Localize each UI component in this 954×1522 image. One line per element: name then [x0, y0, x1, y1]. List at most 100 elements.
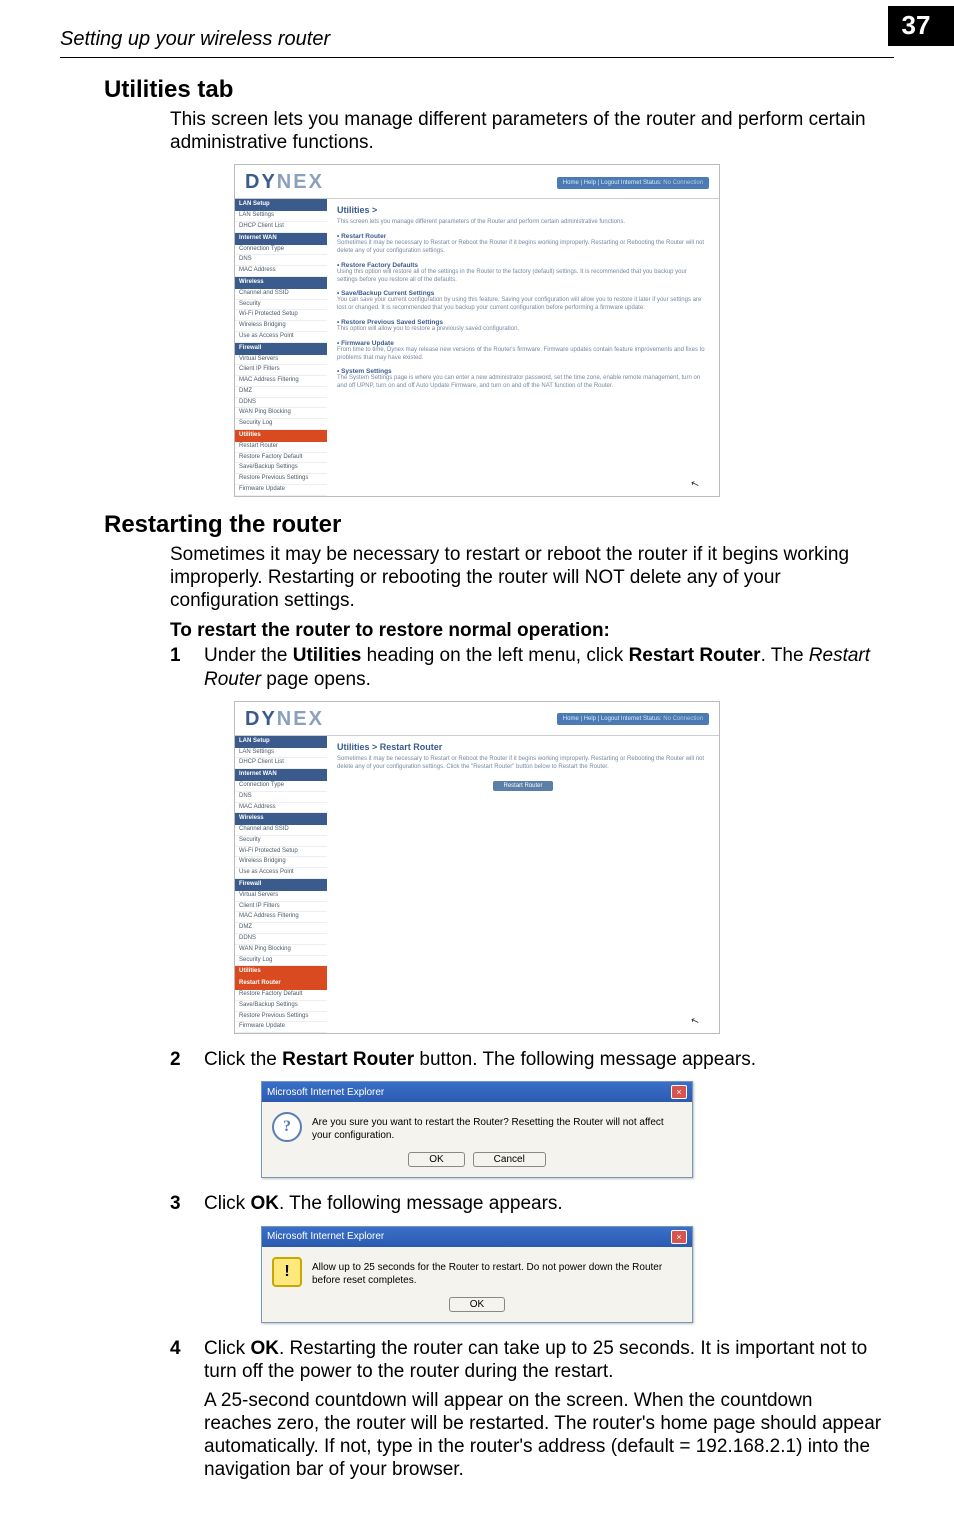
nav-mac-address[interactable]: MAC Address	[235, 803, 327, 814]
nav-virtual-servers[interactable]: Virtual Servers	[235, 355, 327, 366]
nav-dns[interactable]: DNS	[235, 792, 327, 803]
restart-router-button[interactable]: Restart Router	[493, 781, 552, 791]
main-panel: Utilities > Restart Router Sometimes it …	[327, 736, 719, 1034]
nav-wireless-bridging[interactable]: Wireless Bridging	[235, 857, 327, 868]
panel-title: Utilities >	[337, 205, 709, 215]
nav-ddns[interactable]: DDNS	[235, 934, 327, 945]
internet-status: Home | Help | Logout Internet Status: No…	[557, 713, 709, 725]
nav-client-ip-filters[interactable]: Client IP Filters	[235, 902, 327, 913]
nav-access-point[interactable]: Use as Access Point	[235, 332, 327, 343]
nav-dmz[interactable]: DMZ	[235, 923, 327, 934]
main-panel: Utilities > This screen lets you manage …	[327, 199, 719, 496]
page-header: Setting up your wireless router 37	[60, 28, 894, 58]
panel-intro: This screen lets you manage different pa…	[337, 219, 709, 227]
nav-dhcp-client-list[interactable]: DHCP Client List	[235, 758, 327, 769]
dialog-title: Microsoft Internet Explorer	[267, 1231, 384, 1242]
dialog-message: Are you sure you want to restart the Rou…	[312, 1112, 682, 1142]
utilities-intro: This screen lets you manage different pa…	[170, 108, 884, 154]
nav-security-log[interactable]: Security Log	[235, 419, 327, 430]
nav-restart-router[interactable]: Restart Router	[235, 978, 327, 990]
nav-wan-ping-blocking[interactable]: WAN Ping Blocking	[235, 945, 327, 956]
nav-access-point[interactable]: Use as Access Point	[235, 868, 327, 879]
left-nav: LAN Setup LAN Settings DHCP Client List …	[235, 736, 327, 1034]
nav-firewall[interactable]: Firewall	[235, 343, 327, 355]
restarting-intro: Sometimes it may be necessary to restart…	[170, 543, 884, 613]
nav-restore-previous[interactable]: Restore Previous Settings	[235, 1012, 327, 1023]
nav-firewall[interactable]: Firewall	[235, 879, 327, 891]
figure-restart-screenshot: DYNEX Home | Help | Logout Internet Stat…	[60, 701, 894, 1035]
cancel-button[interactable]: Cancel	[473, 1152, 546, 1167]
dialog-titlebar: Microsoft Internet Explorer ×	[262, 1227, 692, 1247]
nav-mac-filtering[interactable]: MAC Address Filtering	[235, 376, 327, 387]
nav-lan-settings[interactable]: LAN Settings	[235, 211, 327, 222]
nav-security[interactable]: Security	[235, 300, 327, 311]
close-icon[interactable]: ×	[671, 1230, 687, 1244]
nav-ddns[interactable]: DDNS	[235, 398, 327, 409]
nav-lan-setup[interactable]: LAN Setup	[235, 199, 327, 211]
sect-restore-factory: • Restore Factory Defaults	[337, 262, 709, 269]
sect-firmware-update: • Firmware Update	[337, 340, 709, 347]
nav-channel-ssid[interactable]: Channel and SSID	[235, 289, 327, 300]
question-icon: ?	[272, 1112, 302, 1142]
nav-client-ip-filters[interactable]: Client IP Filters	[235, 365, 327, 376]
page-number: 37	[888, 6, 954, 46]
nav-channel-ssid[interactable]: Channel and SSID	[235, 825, 327, 836]
sect-save-backup: • Save/Backup Current Settings	[337, 290, 709, 297]
sect-restart-router: • Restart Router	[337, 233, 709, 240]
restarting-heading: Restarting the router	[104, 511, 894, 539]
nav-mac-address[interactable]: MAC Address	[235, 266, 327, 277]
step-3: 3 Click OK. The following message appear…	[170, 1192, 884, 1215]
utilities-heading: Utilities tab	[104, 76, 894, 104]
nav-wireless[interactable]: Wireless	[235, 277, 327, 289]
figure-confirm-dialog: Microsoft Internet Explorer × ? Are you …	[60, 1081, 894, 1178]
dynex-logo: DYNEX	[245, 708, 324, 731]
nav-wireless[interactable]: Wireless	[235, 813, 327, 825]
figure-wait-dialog: Microsoft Internet Explorer × ! Allow up…	[60, 1226, 894, 1323]
step-1: 1 Under the Utilities heading on the lef…	[170, 644, 884, 690]
nav-save-backup[interactable]: Save/Backup Settings	[235, 1001, 327, 1012]
nav-wireless-bridging[interactable]: Wireless Bridging	[235, 321, 327, 332]
nav-mac-filtering[interactable]: MAC Address Filtering	[235, 912, 327, 923]
sect-system-settings: • System Settings	[337, 368, 709, 375]
nav-firmware-update[interactable]: Firmware Update	[235, 1022, 327, 1033]
nav-dns[interactable]: DNS	[235, 255, 327, 266]
nav-virtual-servers[interactable]: Virtual Servers	[235, 891, 327, 902]
nav-security-log[interactable]: Security Log	[235, 956, 327, 967]
internet-status: Home | Help | Logout Internet Status: No…	[557, 177, 709, 189]
running-head: Setting up your wireless router	[60, 28, 330, 51]
ok-button[interactable]: OK	[408, 1152, 464, 1167]
ok-button[interactable]: OK	[449, 1297, 505, 1312]
nav-wan-ping-blocking[interactable]: WAN Ping Blocking	[235, 408, 327, 419]
nav-internet-wan[interactable]: Internet WAN	[235, 769, 327, 781]
nav-restore-factory[interactable]: Restore Factory Default	[235, 453, 327, 464]
nav-security[interactable]: Security	[235, 836, 327, 847]
nav-connection-type[interactable]: Connection Type	[235, 781, 327, 792]
nav-lan-settings[interactable]: LAN Settings	[235, 748, 327, 759]
nav-connection-type[interactable]: Connection Type	[235, 245, 327, 256]
restart-subhead: To restart the router to restore normal …	[170, 620, 894, 642]
nav-restore-previous[interactable]: Restore Previous Settings	[235, 474, 327, 485]
nav-dhcp-client-list[interactable]: DHCP Client List	[235, 222, 327, 233]
left-nav: LAN Setup LAN Settings DHCP Client List …	[235, 199, 327, 496]
nav-save-backup[interactable]: Save/Backup Settings	[235, 463, 327, 474]
warning-icon: !	[272, 1257, 302, 1287]
close-icon[interactable]: ×	[671, 1085, 687, 1099]
step-4: 4 Click OK. Restarting the router can ta…	[170, 1337, 884, 1383]
nav-dmz[interactable]: DMZ	[235, 387, 327, 398]
dialog-message: Allow up to 25 seconds for the Router to…	[312, 1257, 682, 1287]
nav-restart-router[interactable]: Restart Router	[235, 442, 327, 453]
sect-restore-previous: • Restore Previous Saved Settings	[337, 319, 709, 326]
nav-restore-factory[interactable]: Restore Factory Default	[235, 990, 327, 1001]
nav-internet-wan[interactable]: Internet WAN	[235, 233, 327, 245]
nav-wps[interactable]: Wi-Fi Protected Setup	[235, 847, 327, 858]
panel-title: Utilities > Restart Router	[337, 742, 709, 752]
nav-utilities[interactable]: Utilities	[235, 430, 327, 442]
panel-text: Sometimes it may be necessary to Restart…	[337, 756, 709, 772]
nav-wps[interactable]: Wi-Fi Protected Setup	[235, 310, 327, 321]
nav-utilities[interactable]: Utilities	[235, 966, 327, 978]
dialog-title: Microsoft Internet Explorer	[267, 1087, 384, 1098]
nav-lan-setup[interactable]: LAN Setup	[235, 736, 327, 748]
restart-tail-paragraph: A 25-second countdown will appear on the…	[204, 1389, 884, 1482]
figure-utilities-screenshot: DYNEX Home | Help | Logout Internet Stat…	[60, 164, 894, 497]
nav-firmware-update[interactable]: Firmware Update	[235, 485, 327, 496]
